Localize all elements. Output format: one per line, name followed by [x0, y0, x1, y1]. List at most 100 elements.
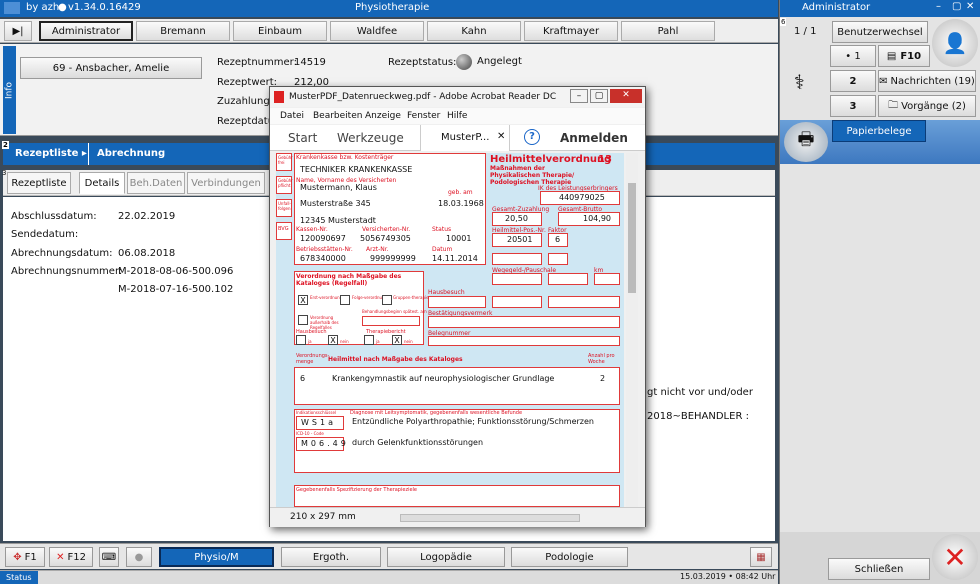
- acrobat-maximize-icon[interactable]: ▢: [590, 89, 608, 103]
- discipline-physio-button[interactable]: Physio/M: [159, 547, 274, 567]
- tab-verbindungen[interactable]: Verbindungen: [187, 172, 265, 194]
- tab-document[interactable]: MusterP... ✕: [420, 125, 510, 151]
- ausser-checkbox[interactable]: [298, 315, 308, 325]
- tab-close-icon[interactable]: ✕: [497, 131, 505, 142]
- side-box-4: BVG: [276, 222, 292, 240]
- status-datetime: 15.03.2019 • 08:42 Uhr: [680, 572, 776, 581]
- close-app-icon[interactable]: ✕: [932, 534, 978, 580]
- user-button-kahn[interactable]: Kahn: [427, 21, 521, 41]
- tab-details[interactable]: Details: [79, 172, 125, 194]
- menu-fenster[interactable]: Fenster: [407, 111, 440, 121]
- keyboard-button[interactable]: ⌨: [99, 547, 119, 567]
- user-button-pahl[interactable]: Pahl: [621, 21, 715, 41]
- haus-box-2: [492, 296, 542, 308]
- papierbelege-button[interactable]: Papierbelege: [832, 120, 926, 142]
- acrobat-close-icon[interactable]: ✕: [610, 89, 642, 103]
- close-icon[interactable]: ✕: [966, 1, 974, 12]
- user-button-administrator[interactable]: Administrator: [39, 21, 133, 41]
- bericht-nein-checkbox[interactable]: X: [392, 335, 402, 345]
- maximize-icon[interactable]: ▢: [952, 1, 961, 12]
- detail-tabs-number: 3: [2, 169, 7, 177]
- f1-button[interactable]: ✥ F1: [5, 547, 45, 567]
- bestaetigung-box: [428, 316, 620, 328]
- bericht-ja-checkbox[interactable]: [364, 335, 374, 345]
- pos-value: 20501: [507, 235, 533, 244]
- acrobat-statusbar: 210 x 297 mm: [270, 507, 645, 527]
- schliessen-button[interactable]: Schließen: [828, 558, 930, 580]
- discipline-ergo-button[interactable]: Ergoth.: [281, 547, 381, 567]
- tab-rezeptliste[interactable]: Rezeptliste: [7, 172, 71, 194]
- side-box-1: Gebühr frei: [276, 153, 293, 171]
- gruppe-checkbox[interactable]: [382, 295, 392, 305]
- patient-name: Mustermann, Klaus: [300, 183, 377, 192]
- pdf-scroll-thumb[interactable]: [628, 183, 636, 293]
- menu-anzeige[interactable]: Anzeige: [365, 111, 401, 121]
- page-indicator: 1 / 1: [794, 26, 817, 37]
- discipline-podo-button[interactable]: Podologie: [511, 547, 628, 567]
- nav-rezeptliste[interactable]: Rezeptliste ▸: [15, 148, 87, 159]
- nav-abrechnung[interactable]: Abrechnung: [97, 148, 165, 159]
- patient-button[interactable]: 69 - Ansbacher, Amelie: [20, 57, 202, 79]
- row3-number-button[interactable]: 3: [830, 95, 876, 117]
- icd-value: M06.49: [301, 439, 349, 448]
- erst-checkbox[interactable]: X: [298, 295, 308, 305]
- play-button[interactable]: ●: [126, 547, 152, 567]
- discipline-logo-button[interactable]: Logopädie: [387, 547, 505, 567]
- user-bar-expand-button[interactable]: ▶|: [4, 21, 32, 41]
- info-tab[interactable]: Info: [3, 46, 16, 134]
- user-button-kraftmayer[interactable]: Kraftmayer: [524, 21, 618, 41]
- user-switch-icon[interactable]: 👤: [932, 19, 978, 67]
- zuzahlung-label: Zuzahlung:: [217, 96, 274, 107]
- printer-icon[interactable]: 🖶: [784, 122, 828, 162]
- kassennr-label: Kassen-Nr.: [296, 226, 328, 233]
- row2-number-button[interactable]: 2: [830, 70, 876, 92]
- tab-behdaten[interactable]: Beh.Daten: [127, 172, 185, 194]
- heilmittel-block: [294, 367, 620, 405]
- vorgaenge-button[interactable]: 🗀 Vorgänge (2): [878, 95, 976, 117]
- bericht-ja-label: ja: [376, 339, 380, 344]
- rezeptstatus-value: Angelegt: [477, 56, 522, 67]
- hv-title: Heilmittelverordnung: [490, 154, 612, 165]
- versnr-value: 5056749305: [360, 234, 411, 243]
- user-button-bremann[interactable]: Bremann: [136, 21, 230, 41]
- keyboard-icon: ⌨: [101, 551, 117, 563]
- patient-street: Musterstraße 345: [300, 199, 371, 208]
- haus-nein-checkbox[interactable]: X: [328, 335, 338, 345]
- help-icon[interactable]: ?: [524, 129, 540, 145]
- minimize-icon[interactable]: –: [936, 1, 941, 12]
- anmelden-button[interactable]: Anmelden: [560, 131, 628, 145]
- grid-button[interactable]: ▦: [750, 547, 772, 567]
- abrechnungsdatum-label: Abrechnungsdatum:: [11, 248, 113, 259]
- acrobat-minimize-icon[interactable]: –: [570, 89, 588, 103]
- benutzerwechsel-button[interactable]: Benutzerwechsel: [832, 21, 928, 43]
- kasse-label: Krankenkasse bzw. Kostenträger: [296, 154, 394, 161]
- tab-start[interactable]: Start: [288, 131, 317, 145]
- f10-button[interactable]: ▤ F10: [878, 45, 930, 67]
- nav-divider: [88, 143, 89, 165]
- side-label-3: Unfall-folgen: [278, 201, 291, 211]
- tab-werkzeuge[interactable]: Werkzeuge: [337, 131, 404, 145]
- pdf-horizontal-scrollbar[interactable]: [400, 514, 580, 522]
- f12-label: F12: [67, 551, 86, 563]
- menu-bearbeiten[interactable]: Bearbeiten: [313, 111, 362, 121]
- haus-ja-checkbox[interactable]: [296, 335, 306, 345]
- menu-hilfe[interactable]: Hilfe: [447, 111, 467, 121]
- doctor-icon: ⚕: [794, 70, 805, 94]
- nachrichten-button[interactable]: ✉ Nachrichten (19): [878, 70, 976, 92]
- belegnr-box: [428, 336, 620, 346]
- menge-label: Verordnungs-menge: [296, 353, 330, 365]
- wegegeld-box-2: [548, 273, 588, 285]
- f12-button[interactable]: ✕ F12: [49, 547, 93, 567]
- faktor-box-2: [548, 253, 568, 265]
- user-bar: ▶| Administrator Bremann Einbaum Waldfee…: [0, 19, 778, 43]
- user-button-waldfee[interactable]: Waldfee: [330, 21, 424, 41]
- haus-nein-label: nein: [340, 339, 349, 344]
- pdf-vertical-scrollbar[interactable]: [626, 153, 638, 507]
- user-button-einbaum[interactable]: Einbaum: [233, 21, 327, 41]
- gesamt-value: 20,50: [505, 214, 528, 223]
- folge-checkbox[interactable]: [340, 295, 350, 305]
- row1-number-button[interactable]: • 1: [830, 45, 876, 67]
- notes-text-2: 2018~BEHANDLER :: [647, 411, 749, 422]
- menu-datei[interactable]: Datei: [280, 111, 304, 121]
- right-panel: Administrator – ▢ ✕ 6 1 / 1 Benutzerwech…: [779, 0, 980, 584]
